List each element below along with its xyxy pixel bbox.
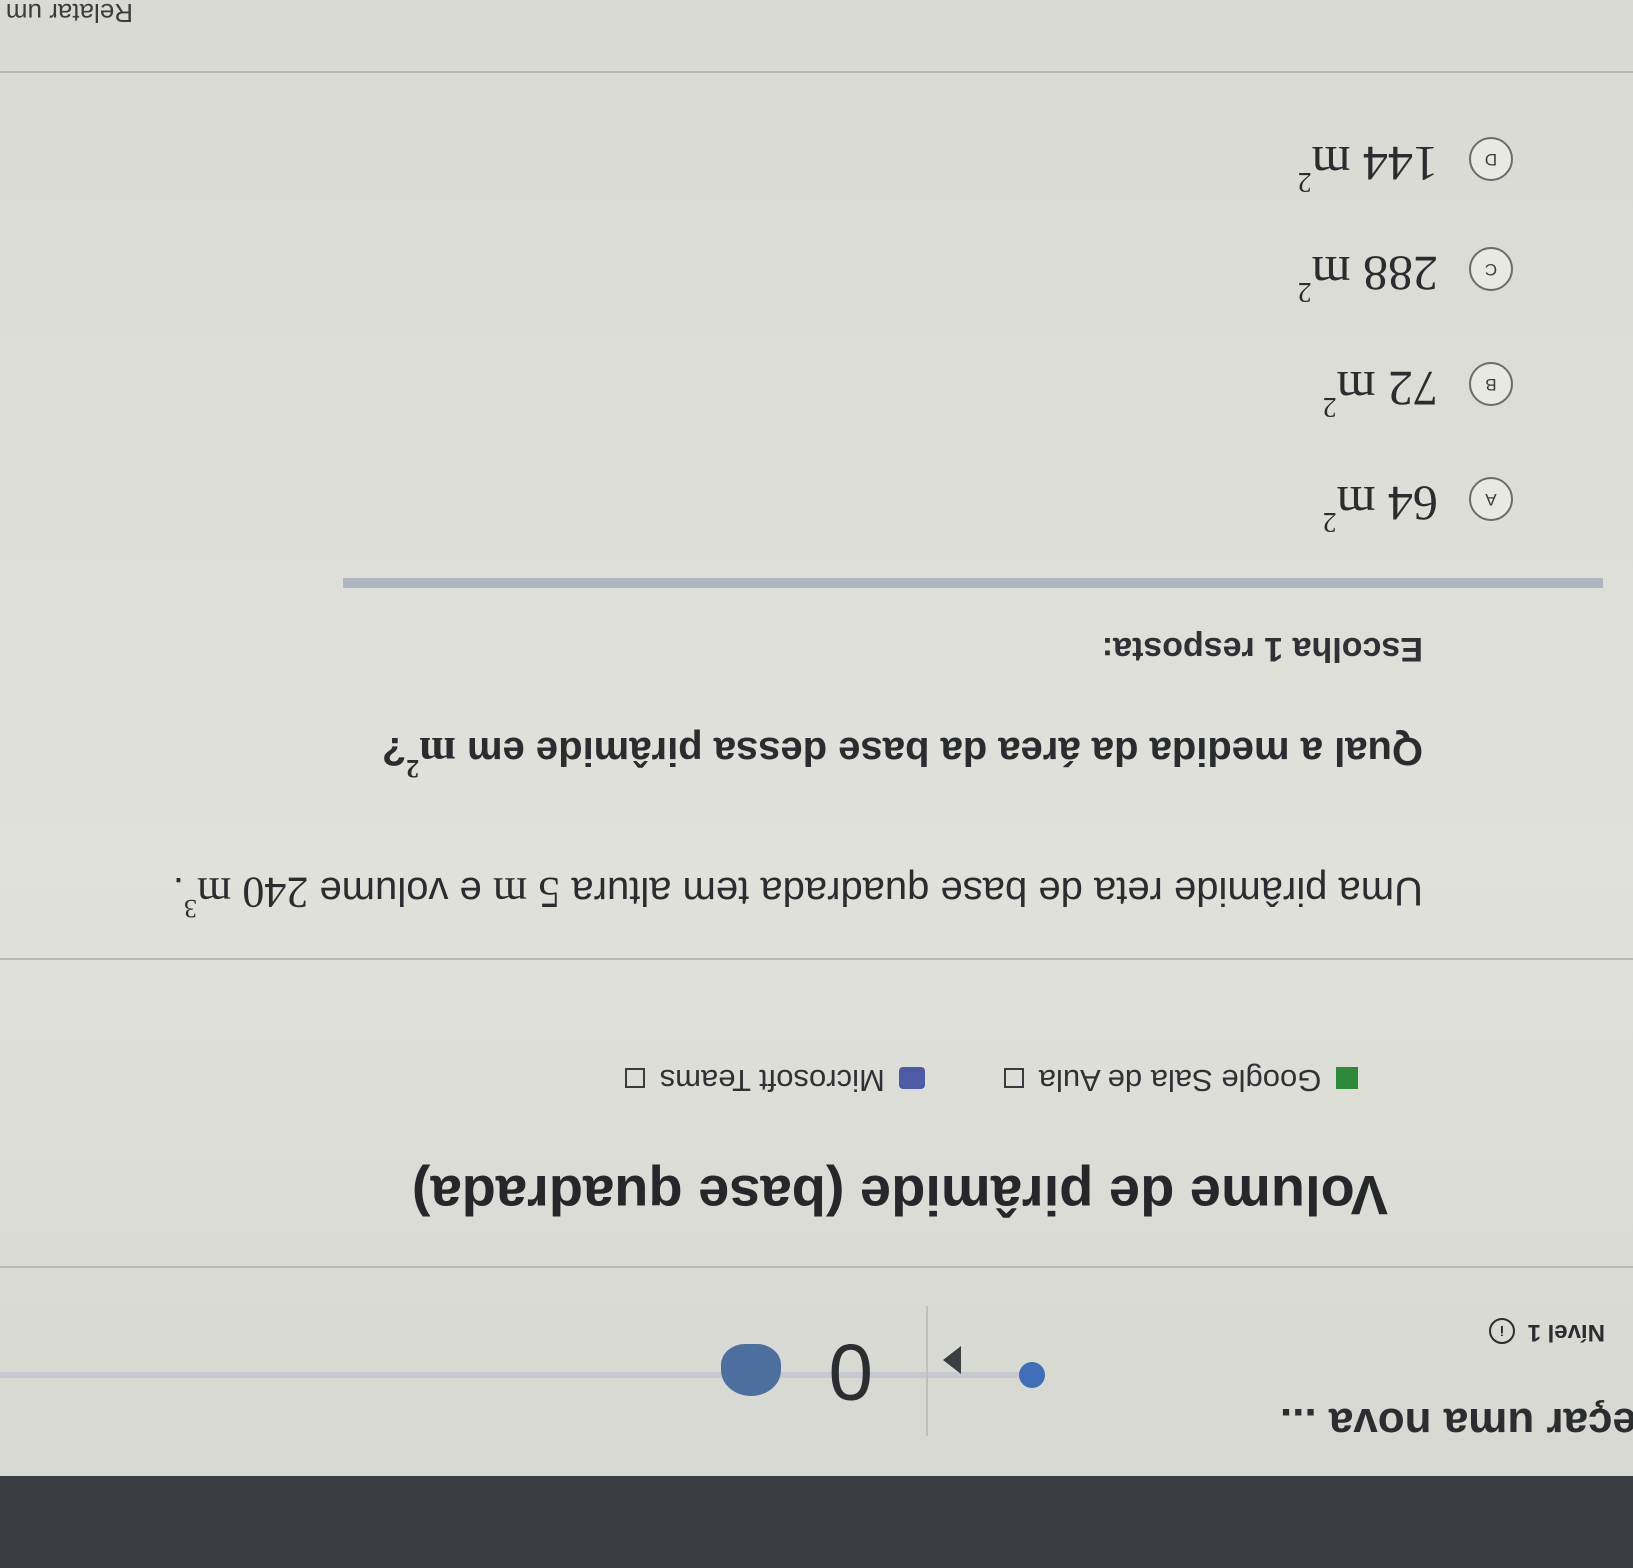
- header-divider: [926, 1306, 928, 1436]
- info-icon: i: [1488, 1318, 1515, 1345]
- score-counter: 0: [828, 1328, 874, 1417]
- answer-option-a[interactable]: A 64 m2: [313, 453, 1513, 543]
- level-indicator[interactable]: Nível 1 i: [1488, 1318, 1605, 1346]
- option-d-value: 144: [1363, 136, 1438, 192]
- play-arrow-icon[interactable]: [943, 1346, 961, 1374]
- option-b-text: 72 m2: [1323, 360, 1438, 422]
- answer-option-b[interactable]: B 72 m2: [313, 338, 1513, 428]
- volume-unit-m: m: [197, 868, 232, 917]
- microsoft-teams-link[interactable]: Microsoft Teams: [625, 1063, 926, 1098]
- question-prefix: Uma pirâmide reta de base quadrada tem a…: [571, 869, 1423, 913]
- volume-exponent: 3: [184, 893, 197, 923]
- option-b-value: 72: [1388, 361, 1438, 417]
- divider-footer: [0, 71, 1633, 73]
- question2-unit-m: m: [419, 728, 456, 777]
- exercise-title: Volume de pirâmide (base quadrada): [411, 1164, 1388, 1227]
- option-c-text: 288 m2: [1298, 245, 1438, 307]
- lesson-title-partial[interactable]: eçar uma nova ...: [1280, 1398, 1633, 1448]
- exercise-page: eçar uma nova ... Nível 1 i 0 Volume de …: [0, 0, 1633, 1568]
- google-classroom-label: Google Sala de Aula: [1038, 1063, 1322, 1098]
- google-classroom-icon: [1336, 1067, 1358, 1090]
- option-a-radio[interactable]: A: [1469, 477, 1513, 521]
- answer-option-c[interactable]: C 288 m2: [313, 223, 1513, 313]
- option-c-unit: m: [1311, 246, 1351, 302]
- top-bar: [0, 1476, 1633, 1568]
- option-d-unit: m: [1311, 136, 1351, 192]
- progress-track: [0, 1372, 1033, 1378]
- answer-option-d[interactable]: D 144 m2: [313, 113, 1513, 203]
- option-b-exponent: 2: [1322, 390, 1337, 422]
- microsoft-teams-label: Microsoft Teams: [659, 1063, 885, 1098]
- options-divider: [343, 578, 1603, 588]
- level-label: Nível 1: [1527, 1319, 1605, 1346]
- volume-value: 240: [242, 868, 309, 917]
- option-d-radio[interactable]: D: [1469, 137, 1513, 181]
- question2-prefix: Qual a medida da área da base dessa pirâ…: [467, 729, 1423, 773]
- question2-end: ?: [381, 729, 407, 773]
- option-a-value: 64: [1388, 476, 1438, 532]
- share-links: Google Sala de Aula Microsoft Teams: [625, 1062, 1358, 1098]
- option-d-exponent: 2: [1297, 165, 1312, 197]
- microsoft-teams-icon: [899, 1067, 926, 1090]
- question2-exponent: 2: [406, 753, 420, 783]
- google-classroom-link[interactable]: Google Sala de Aula: [995, 1063, 1358, 1098]
- question-prompt: Qual a medida da área da base dessa pirâ…: [381, 727, 1423, 783]
- divider-title: [0, 958, 1633, 960]
- progress-start-dot: [1019, 1362, 1045, 1388]
- option-a-text: 64 m2: [1323, 475, 1438, 537]
- question-middle: e volume: [319, 869, 482, 913]
- height-unit: m: [492, 868, 528, 917]
- option-c-value: 288: [1363, 246, 1438, 302]
- report-problem-link[interactable]: Relatar um problema: [0, 0, 133, 28]
- external-link-icon: [625, 1068, 646, 1089]
- question2-unit: m2: [406, 728, 456, 783]
- external-link-icon: [1004, 1068, 1025, 1089]
- option-a-unit: m: [1336, 476, 1376, 532]
- question-statement: Uma pirâmide reta de base quadrada tem a…: [172, 867, 1423, 923]
- energy-icon: [721, 1344, 781, 1396]
- option-b-radio[interactable]: B: [1469, 362, 1513, 406]
- option-c-radio[interactable]: C: [1469, 247, 1513, 291]
- question-end: .: [172, 869, 184, 913]
- option-c-exponent: 2: [1297, 275, 1312, 307]
- answer-instruction: Escolha 1 resposta:: [1101, 630, 1423, 668]
- option-b-unit: m: [1336, 361, 1376, 417]
- divider-header: [0, 1266, 1633, 1268]
- option-d-text: 144 m2: [1298, 135, 1438, 197]
- volume-unit: m3: [184, 868, 232, 923]
- option-a-exponent: 2: [1322, 505, 1337, 537]
- height-value: 5: [538, 868, 561, 917]
